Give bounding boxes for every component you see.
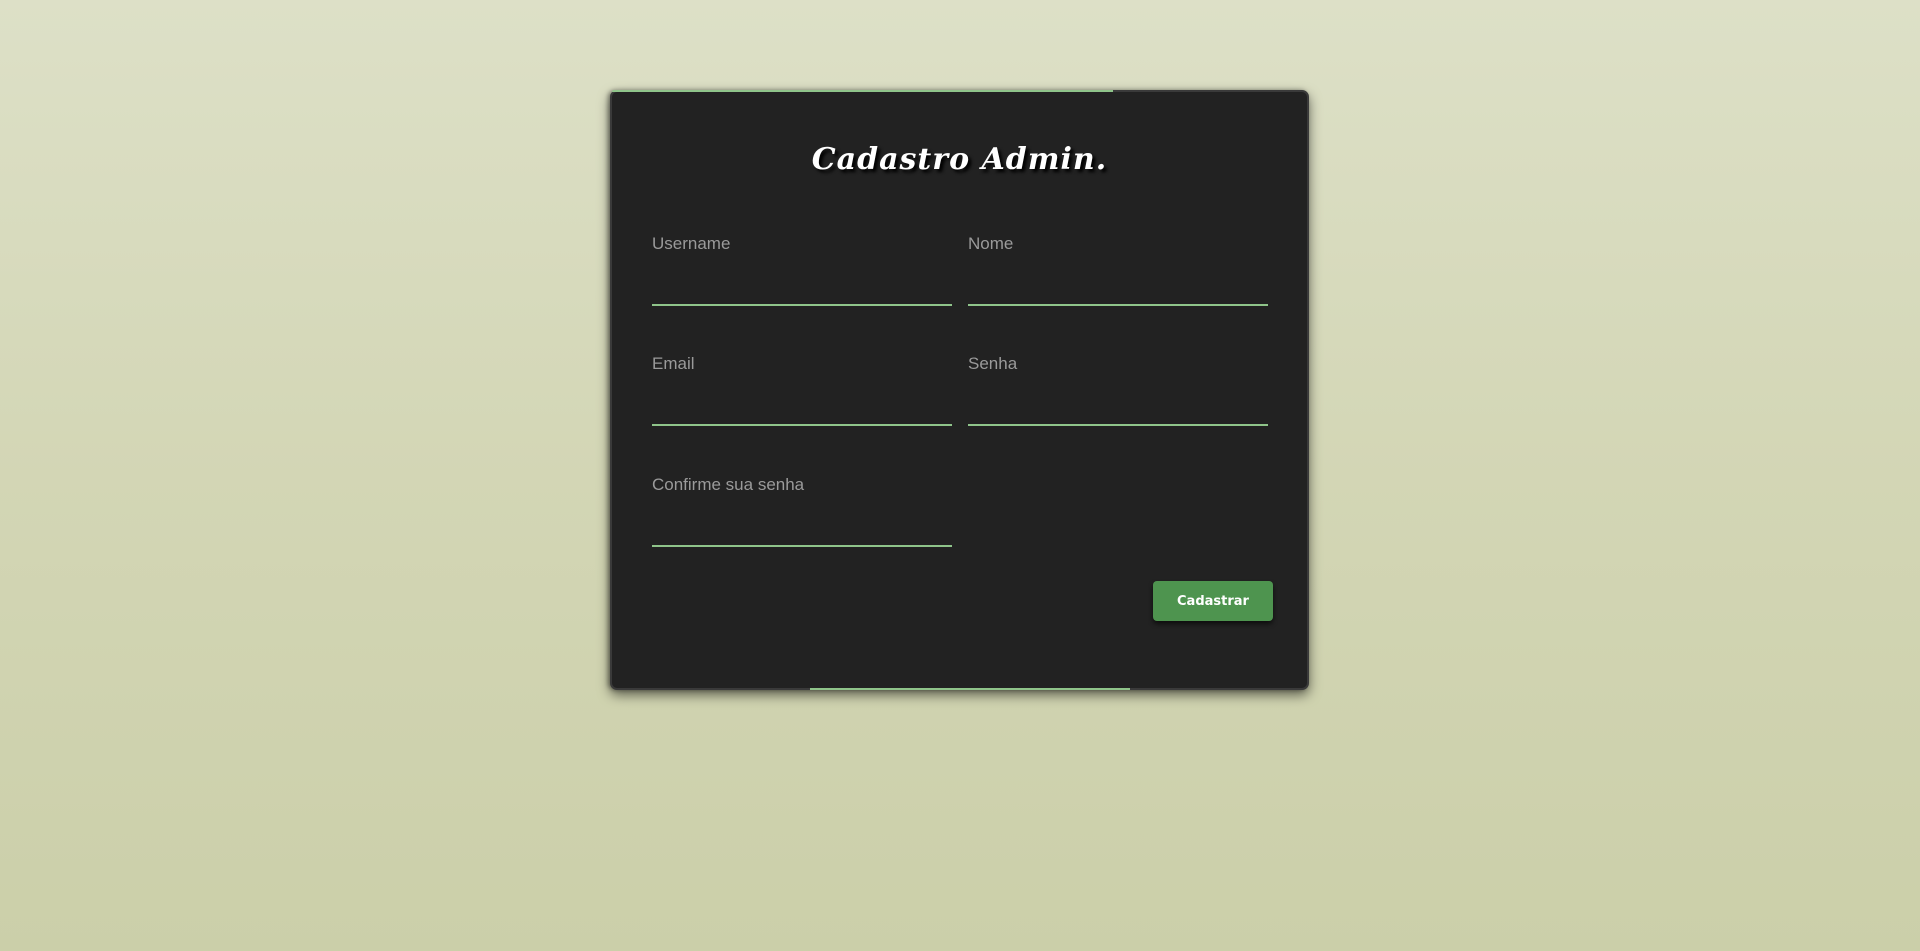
senha-label: Senha	[968, 354, 1018, 373]
form-title: Cadastro Admin.	[811, 142, 1108, 177]
bottom-accent-line	[810, 688, 1130, 690]
nome-input[interactable]	[968, 268, 1268, 306]
nome-field-group: Nome	[968, 234, 1268, 324]
confirm-password-label: Confirme sua senha	[652, 475, 805, 494]
confirm-password-input[interactable]	[652, 509, 952, 547]
confirm-password-field-group: Confirme sua senha	[652, 475, 952, 565]
username-label: Username	[652, 234, 731, 253]
email-label: Email	[652, 354, 695, 373]
senha-field-group: Senha	[968, 354, 1268, 444]
cadastrar-button[interactable]: Cadastrar	[1153, 581, 1273, 621]
senha-input[interactable]	[968, 388, 1268, 426]
username-input[interactable]	[652, 268, 952, 306]
register-card: Cadastro Admin. Username Nome Email Senh…	[610, 90, 1309, 690]
email-input[interactable]	[652, 388, 952, 426]
nome-label: Nome	[968, 234, 1014, 253]
top-accent-line	[612, 90, 1113, 92]
email-field-group: Email	[652, 354, 952, 444]
username-field-group: Username	[652, 234, 952, 324]
